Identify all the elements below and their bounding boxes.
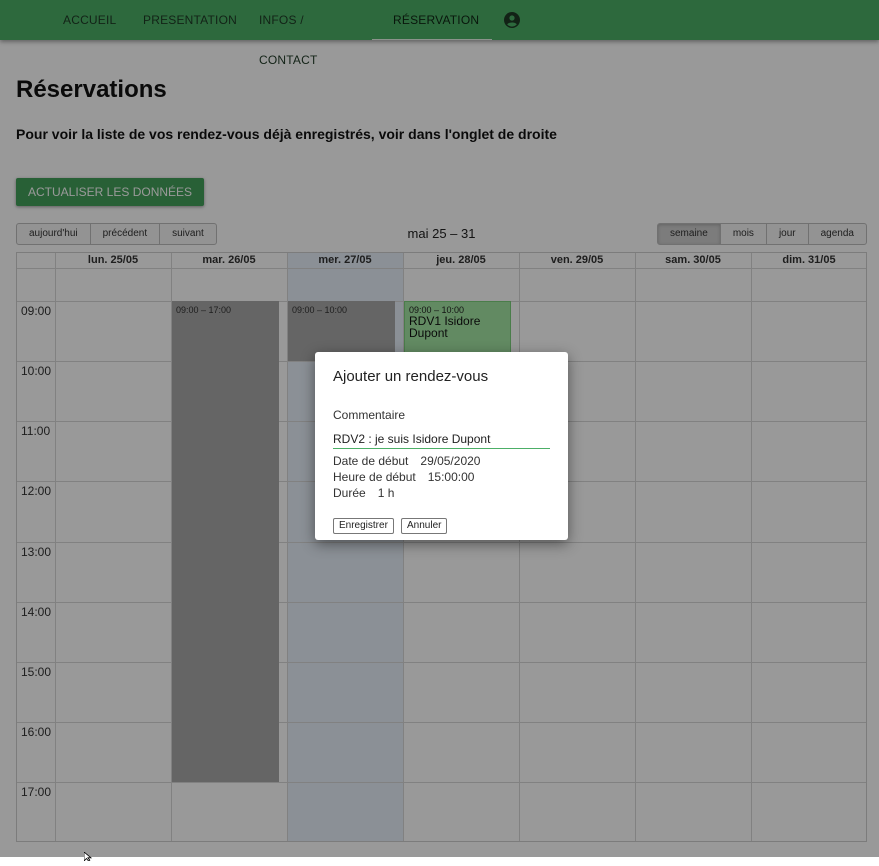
start-time-row: Heure de début 15:00:00	[333, 470, 474, 484]
start-date-value: 29/05/2020	[420, 454, 481, 468]
comment-input[interactable]	[333, 429, 550, 449]
duration-label: Durée	[333, 486, 366, 500]
save-button[interactable]: Enregistrer	[333, 518, 394, 534]
start-date-row: Date de début 29/05/2020	[333, 454, 480, 468]
start-date-label: Date de début	[333, 454, 409, 468]
mouse-cursor-icon	[83, 848, 93, 866]
dialog-title: Ajouter un rendez-vous	[333, 368, 489, 385]
comment-label: Commentaire	[333, 408, 406, 422]
cancel-button[interactable]: Annuler	[401, 518, 448, 534]
start-time-label: Heure de début	[333, 470, 416, 484]
add-appointment-dialog: Ajouter un rendez-vous Commentaire Date …	[315, 352, 568, 540]
duration-value: 1 h	[377, 486, 395, 500]
start-time-value: 15:00:00	[427, 470, 475, 484]
duration-row: Durée 1 h	[333, 486, 394, 500]
